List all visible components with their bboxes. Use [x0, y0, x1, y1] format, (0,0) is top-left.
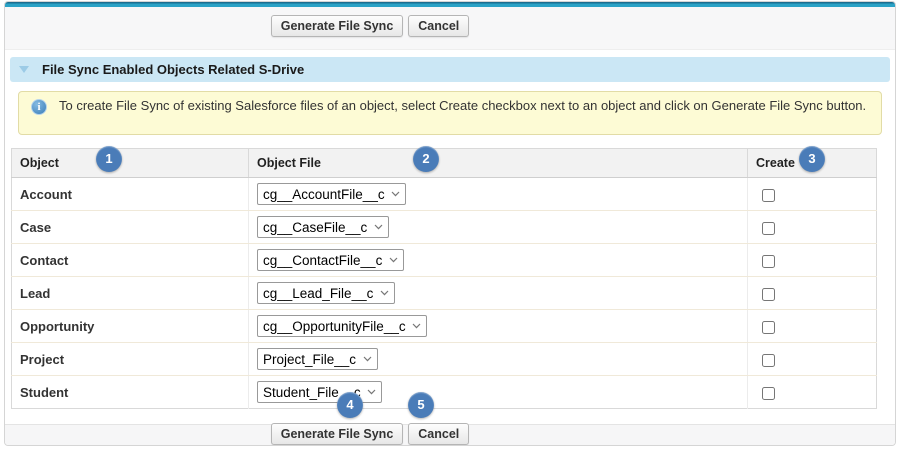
object-name: Project [12, 343, 249, 376]
annotation-badge-5: 5 [408, 392, 434, 418]
object-file-select-wrap: Project_File__c [257, 348, 378, 370]
object-name: Contact [12, 244, 249, 277]
top-action-bar: Generate File Sync Cancel [5, 7, 895, 50]
create-cell [748, 244, 877, 277]
bottom-button-row: Generate File Sync Cancel [271, 423, 470, 445]
cancel-button[interactable]: Cancel [408, 15, 469, 37]
table-row: Case cg__CaseFile__c [12, 211, 877, 244]
page-block-panel: Generate File Sync Cancel File Sync Enab… [4, 1, 896, 446]
table-row: Contact cg__ContactFile__c [12, 244, 877, 277]
info-message-text: To create File Sync of existing Salesfor… [59, 98, 866, 113]
create-checkbox[interactable] [762, 255, 775, 268]
table-row: Lead cg__Lead_File__c [12, 277, 877, 310]
create-cell [748, 310, 877, 343]
create-checkbox[interactable] [762, 288, 775, 301]
object-file-select-wrap: cg__OpportunityFile__c [257, 315, 427, 337]
object-file-select[interactable]: Project_File__c [257, 348, 378, 370]
object-file-select[interactable]: cg__OpportunityFile__c [257, 315, 427, 337]
table-row: Opportunity cg__OpportunityFile__c [12, 310, 877, 343]
object-file-select-wrap: cg__ContactFile__c [257, 249, 404, 271]
object-file-select-wrap: cg__CaseFile__c [257, 216, 389, 238]
object-file-select-wrap: Student_File__c [257, 381, 382, 403]
object-file-cell: cg__ContactFile__c [249, 244, 748, 277]
object-file-select[interactable]: cg__Lead_File__c [257, 282, 395, 304]
object-name: Lead [12, 277, 249, 310]
create-checkbox[interactable] [762, 321, 775, 334]
object-file-select[interactable]: cg__AccountFile__c [257, 183, 406, 205]
create-checkbox[interactable] [762, 189, 775, 202]
object-file-select[interactable]: cg__ContactFile__c [257, 249, 404, 271]
object-file-select[interactable]: Student_File__c [257, 381, 382, 403]
create-cell [748, 277, 877, 310]
create-cell [748, 211, 877, 244]
object-file-cell: cg__CaseFile__c [249, 211, 748, 244]
generate-file-sync-button-bottom[interactable]: Generate File Sync [271, 423, 404, 445]
section-title: File Sync Enabled Objects Related S-Driv… [42, 62, 304, 77]
section-header[interactable]: File Sync Enabled Objects Related S-Driv… [10, 57, 890, 82]
info-icon: i [31, 99, 47, 115]
bottom-action-bar: Generate File Sync Cancel [5, 424, 895, 445]
object-name: Account [12, 178, 249, 211]
info-message-box: i To create File Sync of existing Salesf… [18, 91, 882, 135]
create-cell [748, 376, 877, 409]
table-row: Project Project_File__c [12, 343, 877, 376]
column-header-object-file: Object File [249, 149, 748, 178]
top-button-row: Generate File Sync Cancel [271, 15, 470, 37]
create-checkbox[interactable] [762, 222, 775, 235]
object-file-cell: cg__AccountFile__c [249, 178, 748, 211]
file-sync-objects-table: Object Object File Create Account cg__Ac… [11, 148, 877, 409]
object-name: Case [12, 211, 249, 244]
collapse-triangle-icon[interactable] [19, 66, 29, 73]
create-checkbox[interactable] [762, 354, 775, 367]
object-file-select-wrap: cg__Lead_File__c [257, 282, 395, 304]
column-header-object: Object [12, 149, 249, 178]
annotation-badge-4: 4 [337, 392, 363, 418]
object-file-select[interactable]: cg__CaseFile__c [257, 216, 389, 238]
table-header-row: Object Object File Create [12, 149, 877, 178]
cancel-button-bottom[interactable]: Cancel [408, 423, 469, 445]
generate-file-sync-button[interactable]: Generate File Sync [271, 15, 404, 37]
object-file-cell: Student_File__c [249, 376, 748, 409]
annotation-badge-2: 2 [413, 146, 439, 172]
table-row: Student Student_File__c [12, 376, 877, 409]
panel-body: File Sync Enabled Objects Related S-Driv… [5, 50, 895, 424]
object-name: Opportunity [12, 310, 249, 343]
create-checkbox[interactable] [762, 387, 775, 400]
object-file-cell: Project_File__c [249, 343, 748, 376]
object-file-select-wrap: cg__AccountFile__c [257, 183, 406, 205]
annotation-badge-3: 3 [799, 146, 825, 172]
object-file-cell: cg__Lead_File__c [249, 277, 748, 310]
create-cell [748, 343, 877, 376]
create-cell [748, 178, 877, 211]
annotation-badge-1: 1 [96, 146, 122, 172]
table-row: Account cg__AccountFile__c [12, 178, 877, 211]
file-sync-settings-page: Generate File Sync Cancel File Sync Enab… [0, 0, 900, 457]
object-file-cell: cg__OpportunityFile__c [249, 310, 748, 343]
object-name: Student [12, 376, 249, 409]
